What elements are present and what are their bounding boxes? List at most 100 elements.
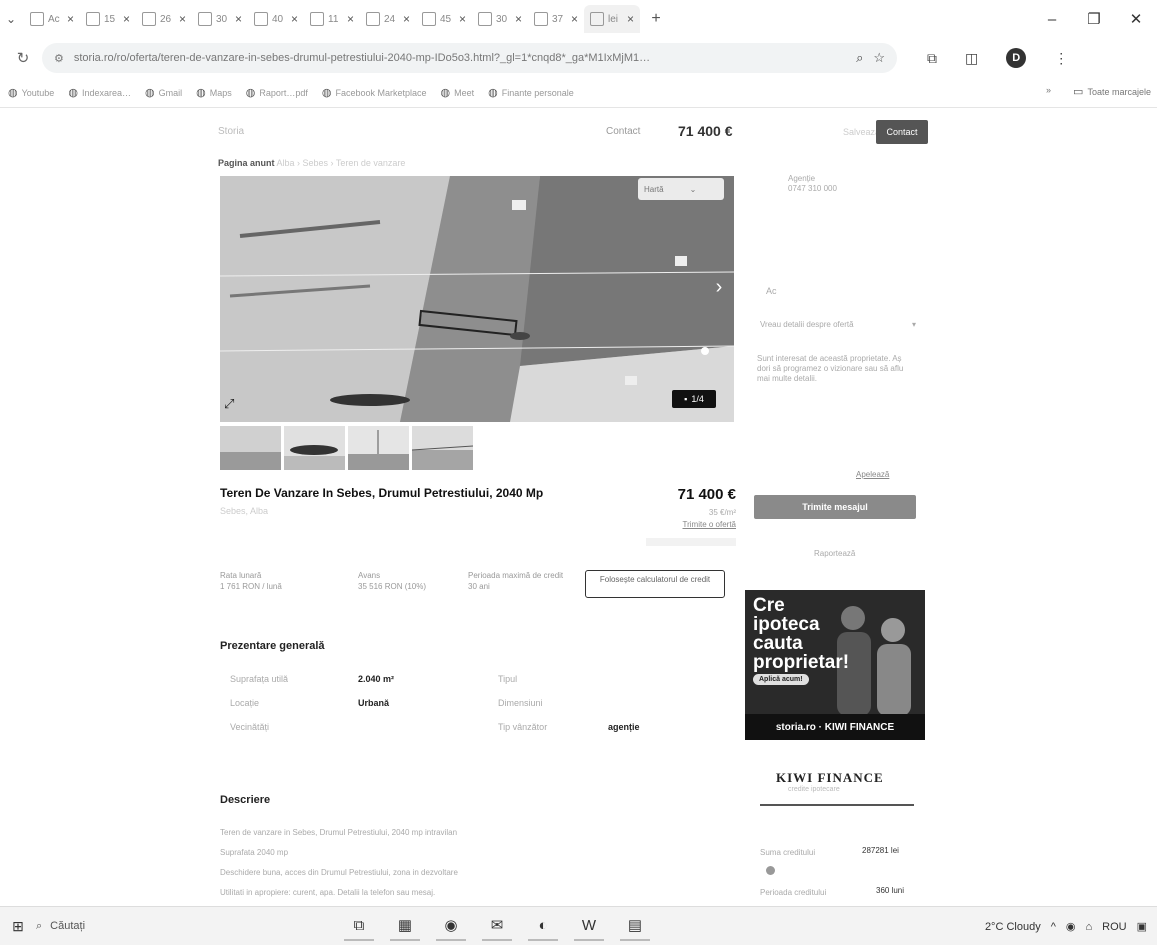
close-tab-icon[interactable]: × [571,12,578,26]
financing-value: 1 761 RON / lună [220,582,282,591]
reload-icon[interactable]: ↻ [10,49,36,67]
description-line: Suprafata 2040 mp [220,848,289,857]
windows-start-icon[interactable]: ⊞ [0,918,36,935]
close-tab-icon[interactable]: × [627,12,634,26]
bookmark-item[interactable]: ◍ Gmail [145,86,182,99]
site-info-icon[interactable]: ⚙ [54,52,64,65]
browser-tab[interactable]: lei × [584,5,640,33]
breadcrumb-home[interactable]: Pagina anunt [218,158,275,168]
bookmark-item[interactable]: ◍ Facebook Marketplace [322,86,427,99]
map-toggle[interactable]: Hartă ⌄ [638,178,724,200]
kiwi-finance-ad[interactable]: Cre ipoteca cauta proprietar! Aplică acu… [745,590,925,740]
network-icon[interactable]: ⌂ [1085,921,1092,933]
kiwi-row-value[interactable]: 287281 lei [862,846,899,855]
close-window-button[interactable]: ✕ [1115,10,1157,28]
tray-chevron-icon[interactable]: ^ [1051,921,1056,933]
send-offer-link[interactable]: Trimite o ofertă [640,520,737,529]
ad-cta-button[interactable]: Aplică acum! [753,674,809,685]
bookmarks-more[interactable]: » [1046,85,1051,98]
all-bookmarks-folder[interactable]: ▭ Toate marcajele [1073,85,1151,98]
task-view-icon[interactable]: ⧉ [344,911,374,941]
agency-phone[interactable]: 0747 310 000 [788,184,837,194]
close-tab-icon[interactable]: × [291,12,298,26]
browser-tab[interactable]: 24 × [360,5,416,33]
browser-tab[interactable]: 15 × [80,5,136,33]
description-title: Descriere [220,794,271,806]
close-tab-icon[interactable]: × [123,12,130,26]
close-tab-icon[interactable]: × [403,12,410,26]
taskbar: ⊞ ⌕ Căutați ⧉ ▦ ◉ ✉ ◐ W ▤ 2°C Cloudy ^ ◉… [0,906,1157,945]
browser-menu-icon[interactable]: ⋮ [1054,50,1068,67]
overview-value: agenție [608,722,640,732]
credit-calculator-button[interactable]: Folosește calculatorul de credit [585,570,725,598]
chevron-down-icon: ▾ [911,320,916,329]
bookmark-favicon-icon: ◍ [144,87,155,99]
mail-icon[interactable]: ✉ [482,911,512,941]
close-tab-icon[interactable]: × [235,12,242,26]
tab-search-icon[interactable]: ⌄ [6,12,24,26]
url-omnibox[interactable]: ⚙ storia.ro/ro/oferta/teren-de-vanzare-i… [42,43,897,73]
browser-tab[interactable]: 45 × [416,5,472,33]
header-contact-button[interactable]: Contact [876,120,928,144]
kiwi-row-value[interactable]: 360 luni [876,886,904,895]
sidepanel-icon[interactable]: ◫ [965,50,978,67]
bookmark-item[interactable]: ◍ Meet [441,86,475,99]
listing-address[interactable]: Sebes, Alba [220,506,268,516]
profile-avatar[interactable]: D [1006,48,1027,68]
breadcrumb-path[interactable]: Alba › Sebes › Teren de vanzare [277,158,406,168]
close-tab-icon[interactable]: × [459,12,466,26]
inquiry-select[interactable]: Vreau detalii despre ofertă ▾ [760,320,916,334]
close-tab-icon[interactable]: × [515,12,522,26]
message-textarea[interactable]: Sunt interesat de această proprietate. A… [757,354,915,384]
header-phone-link[interactable]: Contact [606,126,640,137]
thumbnail[interactable] [284,426,345,470]
call-link[interactable]: Apelează [856,470,889,479]
browser-tab[interactable]: Ac × [24,5,80,33]
minimize-button[interactable]: – [1031,11,1073,28]
bookmark-item[interactable]: ◍ Maps [196,86,232,99]
close-tab-icon[interactable]: × [347,12,354,26]
bookmark-star-icon[interactable]: ☆ [873,50,885,66]
fullscreen-icon[interactable]: ⤢ [224,396,234,412]
maximize-button[interactable]: ❐ [1073,10,1115,28]
description-line: Utilitati in apropiere: curent, apa. Det… [220,888,436,897]
media-icon[interactable]: ◐ [528,911,558,941]
zoom-icon[interactable]: ⌕ [856,50,863,66]
slider-handle[interactable] [766,866,775,875]
browser-tab[interactable]: 30 × [192,5,248,33]
file-explorer-icon[interactable]: ▦ [390,911,420,941]
tab-favicon-icon [198,12,212,26]
close-tab-icon[interactable]: × [179,12,186,26]
weather-text[interactable]: 2°C Cloudy [985,921,1041,933]
taskbar-search[interactable]: ⌕ Căutați [36,920,296,933]
url-text[interactable]: storia.ro/ro/oferta/teren-de-vanzare-in-… [74,52,846,64]
header-save-link[interactable]: Salvează [843,127,880,137]
browser-tab[interactable]: 26 × [136,5,192,33]
report-link[interactable]: Raportează [814,549,855,558]
tab-favicon-icon [478,12,492,26]
thumbnail[interactable] [348,426,409,470]
browser-tab[interactable]: 37 × [528,5,584,33]
send-message-button[interactable]: Trimite mesajul [754,495,916,519]
language-indicator[interactable]: ROU [1102,921,1126,933]
browser-tab[interactable]: 11 × [304,5,360,33]
notifications-icon[interactable]: ▣ [1137,920,1147,933]
bookmark-item[interactable]: ◍ Youtube [8,86,54,99]
chrome-icon[interactable]: ◉ [436,911,466,941]
browser-tab[interactable]: 30 × [472,5,528,33]
extensions-icon[interactable]: ⧉ [927,50,937,67]
thumbnail[interactable] [220,426,281,470]
document-icon[interactable]: ▤ [620,911,650,941]
bookmark-item[interactable]: ◍ Raport…pdf [246,86,308,99]
thumbnail[interactable] [412,426,473,470]
new-tab-button[interactable]: + [644,10,668,28]
photo-gallery[interactable]: Hartă ⌄ › ⤢ ▪ 1/4 [220,176,734,422]
browser-tab[interactable]: 40 × [248,5,304,33]
bookmark-item[interactable]: ◍ Indexarea… [68,86,131,99]
close-tab-icon[interactable]: × [67,12,74,26]
next-photo-arrow-icon[interactable]: › [710,276,728,302]
bookmark-item[interactable]: ◍ Finante personale [488,86,574,99]
tray-icon[interactable]: ◉ [1066,920,1076,933]
tab-title: 15 [104,13,116,25]
word-icon[interactable]: W [574,911,604,941]
